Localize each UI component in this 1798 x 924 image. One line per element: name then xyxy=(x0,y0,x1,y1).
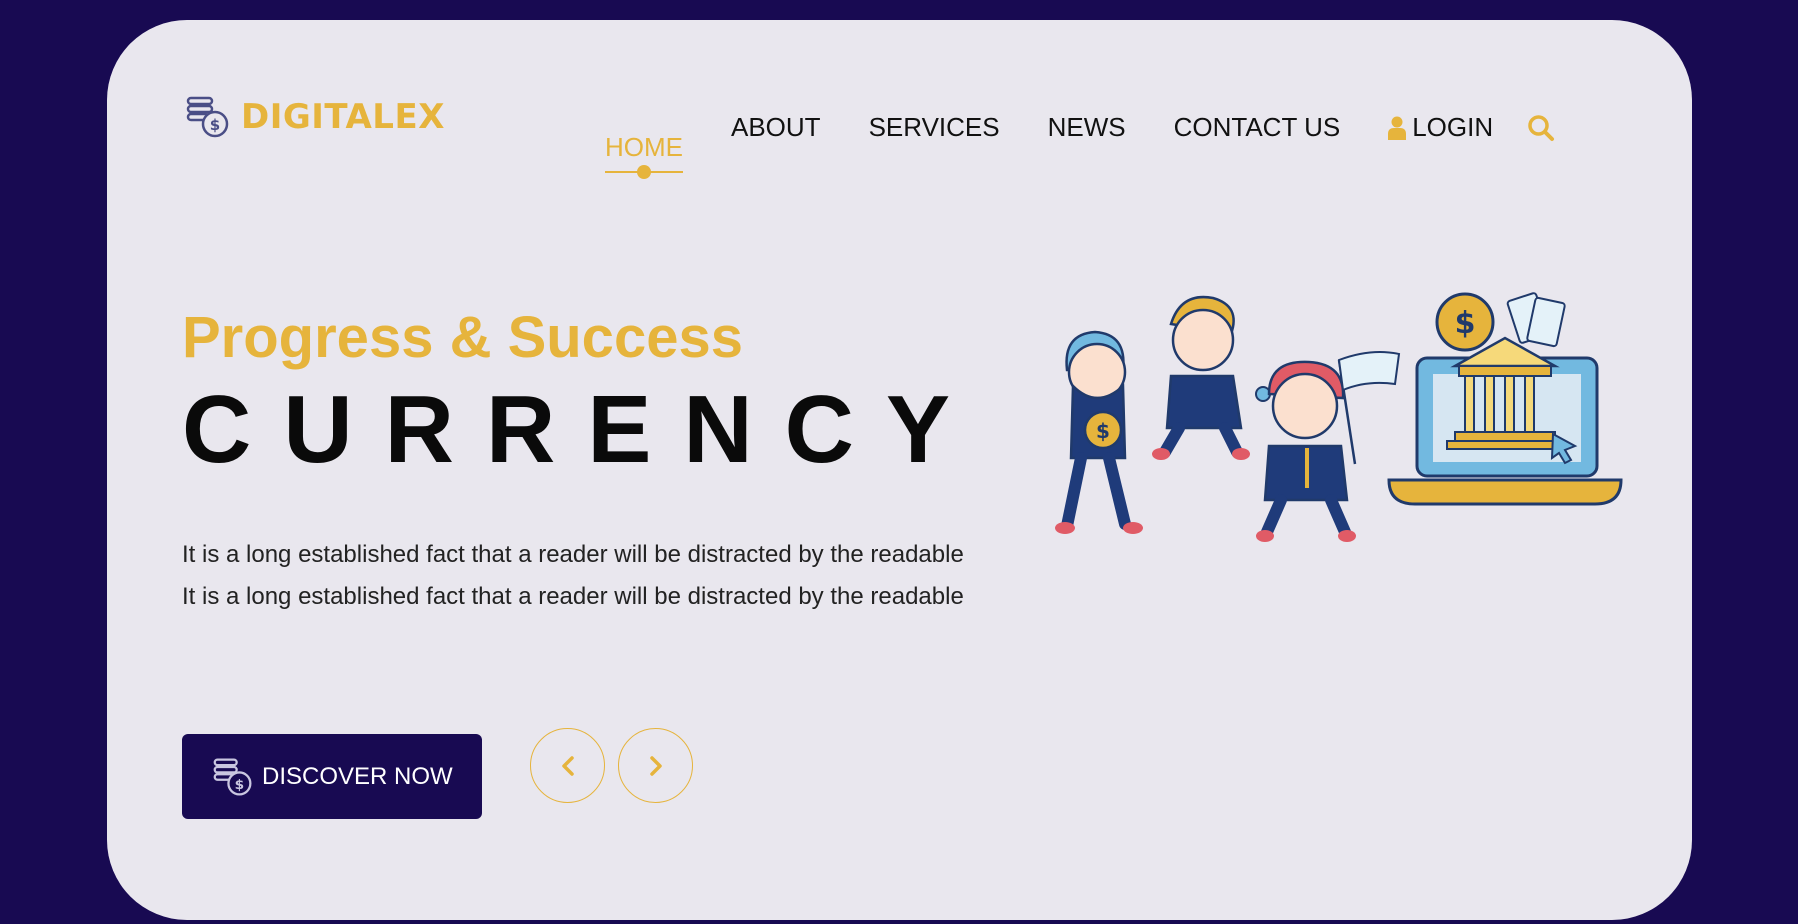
next-slide-button[interactable] xyxy=(618,728,693,803)
nav-contact-label: CONTACT US xyxy=(1173,112,1341,142)
prev-slide-button[interactable] xyxy=(530,728,605,803)
hero-description: It is a long established fact that a rea… xyxy=(182,541,964,610)
nav-news[interactable]: NEWS xyxy=(1048,112,1126,143)
svg-text:$: $ xyxy=(210,116,220,134)
search-icon xyxy=(1528,115,1554,141)
svg-text:$: $ xyxy=(1455,306,1476,341)
logo[interactable]: $ DIGITALEX xyxy=(185,94,445,140)
chevron-left-icon xyxy=(561,755,574,776)
svg-text:$: $ xyxy=(235,776,245,792)
nav-contact[interactable]: CONTACT US xyxy=(1174,112,1341,143)
coins-icon: $ xyxy=(213,758,252,795)
nav-about[interactable]: ABOUT xyxy=(731,112,821,143)
hero-tagline: Progress & Success xyxy=(182,305,743,370)
brand-name: DIGITALEX xyxy=(241,97,445,137)
discover-now-label: DISCOVER NOW xyxy=(262,762,453,790)
nav-services-label: SERVICES xyxy=(868,112,1000,142)
nav-home[interactable]: HOME xyxy=(605,132,683,179)
nav-news-label: NEWS xyxy=(1047,112,1126,142)
nav-login[interactable]: LOGIN xyxy=(1388,112,1493,143)
hero-card: $ DIGITALEX HOME ABOUT SERVICES NEWS CON… xyxy=(107,20,1692,920)
active-dot xyxy=(637,165,651,179)
hero-headline: CURRENCY xyxy=(182,376,983,483)
discover-now-button[interactable]: $ DISCOVER NOW xyxy=(182,734,482,819)
laptop-bank-illustration: $ xyxy=(1387,292,1623,506)
main-nav: HOME ABOUT SERVICES NEWS CONTACT US LOGI… xyxy=(605,112,1541,179)
character-man-mustache-illustration xyxy=(1152,295,1271,460)
nav-login-label: LOGIN xyxy=(1412,112,1494,142)
nav-home-label: HOME xyxy=(605,132,683,162)
search-button[interactable] xyxy=(1527,114,1555,147)
nav-services[interactable]: SERVICES xyxy=(869,112,1000,143)
hero-illustration: $ $ xyxy=(1055,292,1623,542)
svg-text:$: $ xyxy=(1096,419,1110,443)
coins-logo-icon: $ xyxy=(186,96,229,138)
chevron-right-icon xyxy=(649,755,662,776)
nav-about-label: ABOUT xyxy=(731,112,821,142)
user-icon xyxy=(1388,116,1407,140)
character-girl-illustration: $ xyxy=(1055,330,1143,534)
character-man-flag-illustration xyxy=(1256,351,1401,542)
